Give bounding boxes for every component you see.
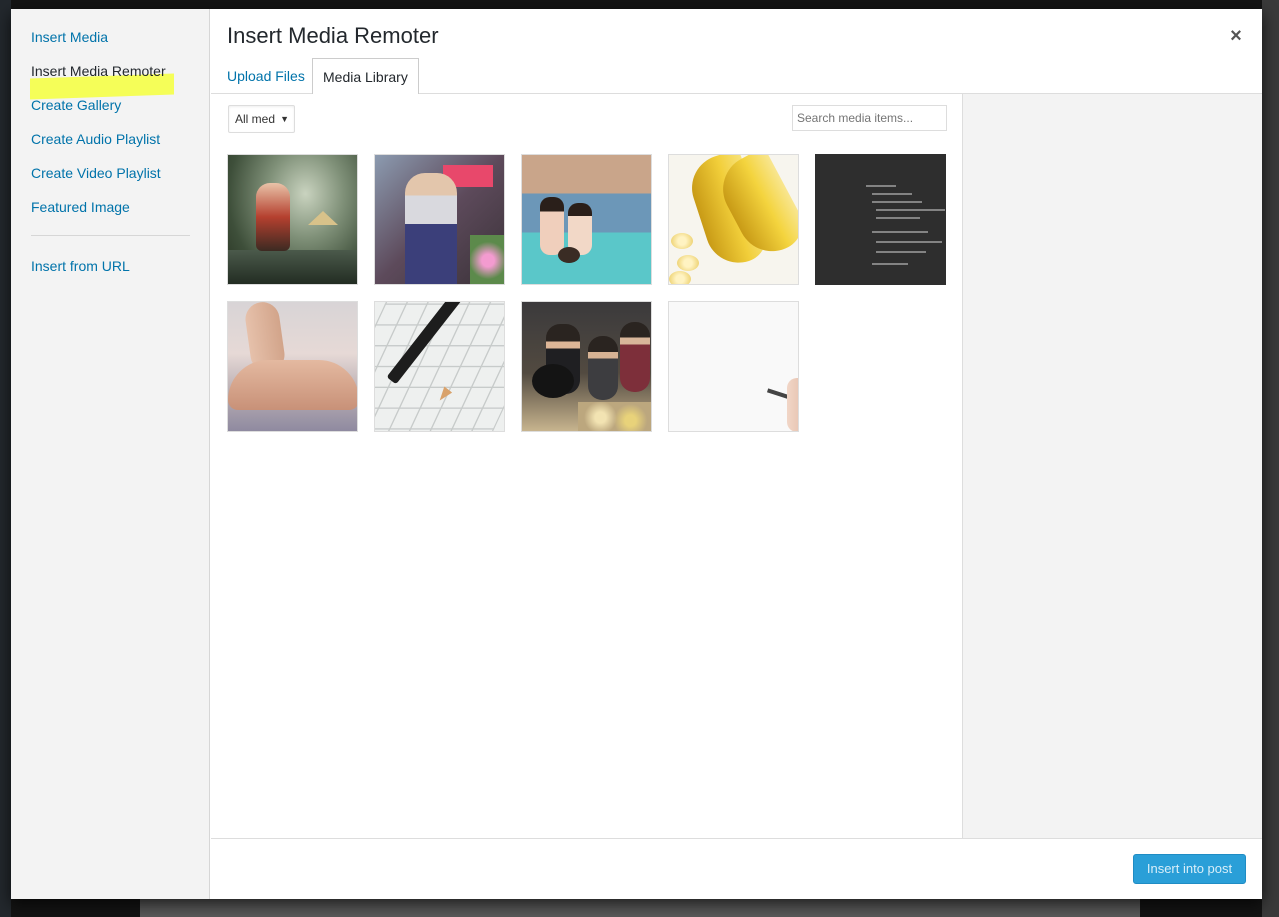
search-input[interactable] — [792, 105, 947, 131]
admin-scrollbar-edge — [1262, 0, 1279, 917]
media-thumb-guitar-group[interactable] — [521, 301, 652, 432]
thumb-art — [540, 197, 564, 255]
thumb-art — [669, 271, 691, 284]
thumb-art — [578, 402, 651, 431]
thumb-art — [405, 173, 457, 284]
media-type-filter[interactable]: All med ▼ — [228, 105, 295, 133]
thumb-art — [876, 217, 920, 219]
media-thumb-forest-woman[interactable] — [227, 154, 358, 285]
media-thumb-crowd-man[interactable] — [374, 154, 505, 285]
thumb-art — [256, 183, 290, 251]
close-icon[interactable]: × — [1223, 23, 1249, 49]
filter-value: All med — [235, 112, 276, 126]
media-thumb-pencil-plan[interactable] — [374, 301, 505, 432]
thumb-art — [558, 247, 580, 263]
menu-item-create-audio-playlist[interactable]: Create Audio Playlist — [31, 130, 160, 148]
tab-media-library[interactable]: Media Library — [312, 58, 419, 95]
attachment-details-sidebar — [962, 94, 1262, 838]
menu-item-featured-image[interactable]: Featured Image — [31, 198, 130, 216]
media-thumb-lake-girls[interactable] — [521, 154, 652, 285]
modal-title: Insert Media Remoter — [227, 23, 439, 48]
menu-item-create-video-playlist[interactable]: Create Video Playlist — [31, 164, 161, 182]
media-modal: Insert Media Insert Media Remoter Create… — [11, 9, 1262, 899]
thumb-art — [588, 336, 618, 400]
menu-separator — [31, 235, 190, 236]
thumb-art — [876, 251, 926, 253]
thumb-art — [876, 241, 942, 243]
thumb-art — [532, 364, 574, 398]
insert-into-post-button[interactable]: Insert into post — [1133, 854, 1246, 884]
menu-item-insert-media-remoter[interactable]: Insert Media Remoter — [31, 62, 166, 80]
thumb-art — [308, 211, 338, 225]
thumb-art — [620, 322, 650, 392]
media-thumb-bananas[interactable] — [668, 154, 799, 285]
thumb-art — [876, 209, 945, 211]
thumb-art — [872, 263, 908, 265]
menu-item-insert-from-url[interactable]: Insert from URL — [31, 257, 130, 275]
admin-sidebar-edge — [0, 0, 11, 917]
thumb-art — [787, 378, 798, 431]
thumb-art — [228, 250, 357, 284]
thumb-art — [872, 193, 912, 195]
menu-item-insert-media[interactable]: Insert Media — [31, 28, 108, 46]
admin-content-edge — [140, 897, 1140, 917]
media-library-content: All med ▼ — [211, 94, 962, 838]
media-menu: Insert Media Insert Media Remoter Create… — [11, 9, 210, 899]
menu-item-create-gallery[interactable]: Create Gallery — [31, 96, 121, 114]
tab-upload-files[interactable]: Upload Files — [217, 58, 315, 94]
media-thumb-code-screen[interactable] — [815, 154, 946, 285]
thumb-art — [677, 255, 699, 271]
media-router-tabs: Upload Files Media Library — [211, 58, 1262, 95]
media-thumb-hand-writing[interactable] — [668, 301, 799, 432]
dropdown-arrow-icon: ▼ — [280, 114, 289, 124]
thumb-art — [470, 235, 504, 284]
thumb-art — [872, 201, 922, 203]
media-toolbar-footer: Insert into post — [211, 838, 1262, 899]
thumb-art — [872, 231, 928, 233]
thumb-art — [228, 360, 357, 410]
thumb-art — [866, 185, 896, 187]
thumb-art — [671, 233, 693, 249]
media-thumb-woman-bed[interactable] — [227, 301, 358, 432]
